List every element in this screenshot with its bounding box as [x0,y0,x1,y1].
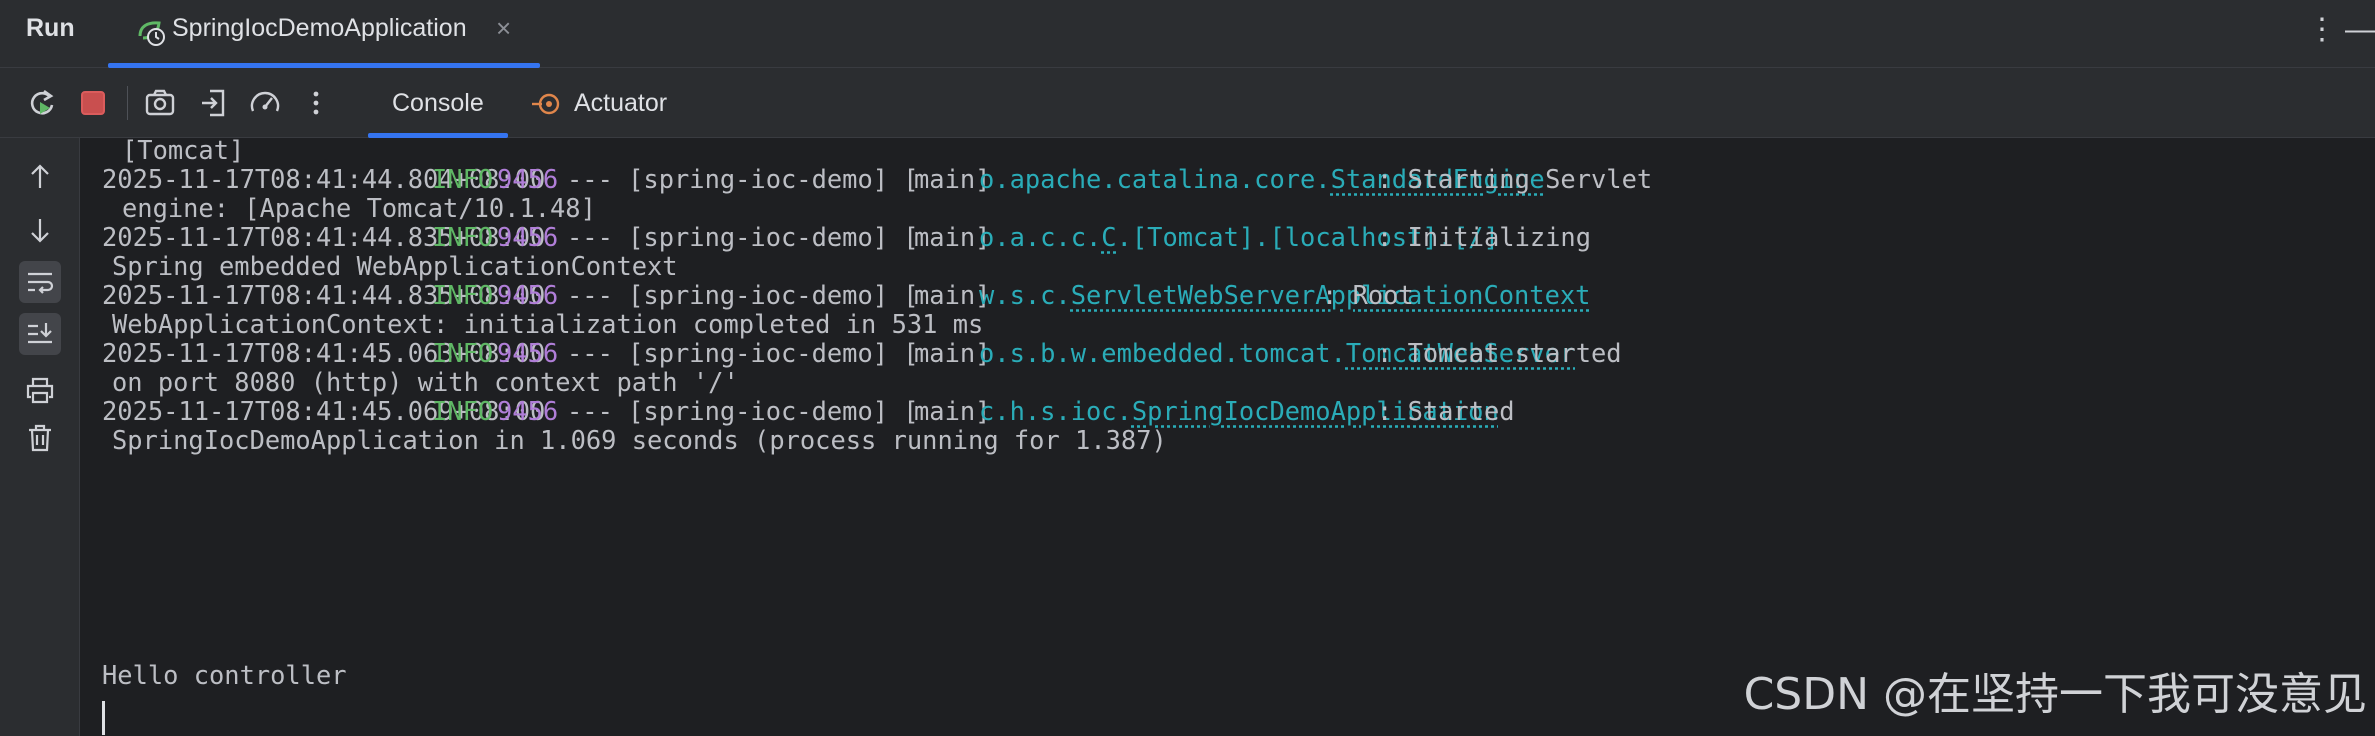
down-arrow-icon[interactable] [19,209,61,251]
rerun-icon[interactable] [24,85,60,121]
more-icon[interactable] [298,85,334,121]
log-pid: 9456 [497,138,558,143]
run-tool-window: Run SpringIocDemoApplication × ⋮ — Conso… [0,0,2375,736]
logger-package: w.s.c. [979,280,1071,310]
log-message: : Initializing [1377,222,1592,252]
run-configuration-tab[interactable]: SpringIocDemoApplication × [108,0,540,68]
spring-boot-run-icon [138,21,165,46]
logger-package: o.apache.catalina.core. [979,164,1331,194]
log-message-continuation: SpringIocDemoApplication in 1.069 second… [112,425,1167,455]
logger-class[interactable]: C [1101,222,1116,252]
actuator-icon [532,93,560,115]
more-options-icon[interactable]: ⋮ [2307,10,2337,50]
exit-icon[interactable] [196,85,232,121]
tab-console-label: Console [392,89,484,117]
soft-wrap-icon[interactable] [19,261,61,303]
watermark: CSDN @在坚持一下我可没意见 [1743,669,2367,720]
screenshot-icon[interactable] [142,85,178,121]
scroll-to-end-icon[interactable] [19,313,61,355]
run-tab-label: SpringIocDemoApplication [172,14,467,42]
plain-output-line: Hello controller [102,660,347,690]
toolbar-divider [127,86,128,120]
text-cursor [102,701,105,735]
header-actions: ⋮ — [2295,10,2375,50]
log-message: : Root [1322,280,1414,310]
log-message: : Starting service [1377,138,1652,143]
print-icon[interactable] [19,369,61,411]
console-output[interactable]: 2025-11-17T08:41:44.804+08:00INFO9456---… [80,138,2375,736]
log-message: : Starting Servlet [1377,164,1653,194]
tab-console[interactable]: Console [368,68,508,138]
trash-icon[interactable] [19,417,61,459]
console-side-toolbar [0,138,80,736]
logger-package: o.a.c.c. [979,222,1102,252]
log-app-name: --- [spring-ioc-demo] [ [567,138,919,143]
logger-package: o.s.b.w.embedded.tomcat. [979,338,1346,368]
close-icon[interactable]: × [496,13,511,44]
minimize-icon[interactable]: — [2345,10,2375,50]
tool-window-title: Run [26,14,75,42]
log-logger-link[interactable]: w.s.c.ServletWebServerApplicationContext [979,273,1590,317]
console-toolbar: Console Actuator [0,68,2375,138]
log-message: : Started [1377,396,1515,426]
tab-actuator-label: Actuator [574,89,668,117]
log-app-name: --- [spring-ioc-demo] [ [567,164,919,194]
stop-icon[interactable] [75,85,111,121]
profiler-icon[interactable] [247,85,283,121]
log-message: : Tomcat started [1377,338,1622,368]
log-level: INFO [432,138,493,143]
tab-actuator[interactable]: Actuator [526,68,696,138]
tool-window-header: Run SpringIocDemoApplication × ⋮ — [0,0,2375,68]
up-arrow-icon[interactable] [19,156,61,198]
